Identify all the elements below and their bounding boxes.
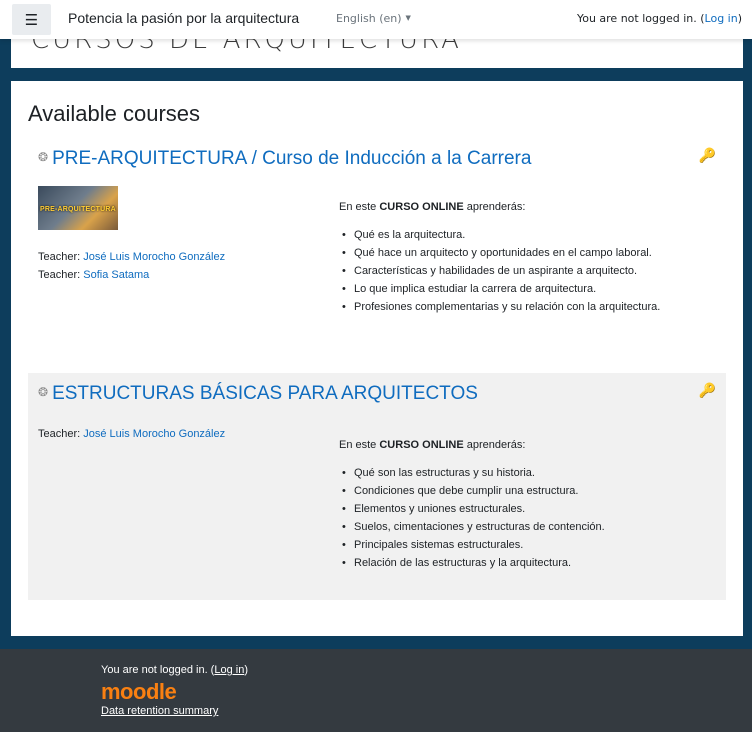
course-link[interactable]: ESTRUCTURAS BÁSICAS PARA ARQUITECTOS [52,383,478,404]
course-summary: En este CURSO ONLINE aprenderás: Qué es … [339,201,719,316]
course-name: ❂ PRE-ARQUITECTURA / Curso de Inducción a… [38,148,531,170]
footer-login-link[interactable]: Log in [214,664,244,676]
teacher-entry: Teacher: José Luis Morocho González [38,248,225,266]
footer-login-suffix: ) [244,664,249,676]
language-menu[interactable]: English (en) ▼ [336,12,411,25]
summary-intro: En este CURSO ONLINE aprenderás: [339,439,526,451]
teacher-label: Teacher: [38,428,81,440]
login-info: You are not logged in. (Log in) [577,12,742,25]
available-courses-card: Available courses ❂ PRE-ARQUITECTURA / Cu… [11,81,743,636]
list-item: Principales sistemas estructurales. [342,536,719,554]
list-item: Lo que implica estudiar la carrera de ar… [342,280,719,298]
list-item: Condiciones que debe cumplir una estruct… [342,482,719,500]
list-item: Características y habilidades de un aspi… [342,262,719,280]
teacher-entry: Teacher: Sofia Satama [38,266,225,284]
teacher-entry: Teacher: José Luis Morocho González [38,425,225,443]
key-icon[interactable]: 🔑 [699,148,716,164]
teachers-list: Teacher: José Luis Morocho González Teac… [38,248,225,284]
footer-login-info: You are not logged in. (Log in) [101,664,248,676]
summary-intro: En este CURSO ONLINE aprenderás: [339,201,526,213]
summary-list: Qué es la arquitectura. Qué hace un arqu… [339,226,719,316]
login-info-suffix: ) [737,12,742,25]
site-name[interactable]: Potencia la pasión por la arquitectura [68,10,299,26]
list-item: Qué hace un arquitecto y oportunidades e… [342,244,719,262]
teacher-label: Teacher: [38,251,81,263]
summary-list: Qué son las estructuras y su historia. C… [339,464,719,572]
footer-login-text: You are not logged in. ( [101,664,215,676]
teacher-link[interactable]: José Luis Morocho González [83,428,225,440]
course-icon: ❂ [38,150,49,164]
login-info-text: You are not logged in. ( [576,12,705,25]
course-name: ❂ ESTRUCTURAS BÁSICAS PARA ARQUITECTOS [38,383,478,405]
course-icon: ❂ [38,385,49,399]
moodle-logo[interactable]: moodle [101,680,177,704]
course-thumbnail[interactable]: PRE-ARQUITECTURA [38,186,118,230]
list-item: Qué es la arquitectura. [342,226,719,244]
language-label: English (en) [336,12,402,25]
list-item: Profesiones complementarias y su relació… [342,298,719,316]
page-footer: You are not logged in. (Log in) moodle D… [0,649,752,732]
key-icon[interactable]: 🔑 [699,383,716,399]
hamburger-icon: ☰ [24,10,39,29]
teacher-label: Teacher: [38,269,81,281]
list-item: Suelos, cimentaciones y estructuras de c… [342,518,719,536]
navbar: ☰ Potencia la pasión por la arquitectura… [0,0,752,39]
list-item: Relación de las estructuras y la arquite… [342,554,719,572]
course-summary: En este CURSO ONLINE aprenderás: Qué son… [339,439,719,572]
course-box: ❂ ESTRUCTURAS BÁSICAS PARA ARQUITECTOS 🔑 … [28,373,726,600]
list-item: Qué son las estructuras y su historia. [342,464,719,482]
thumbnail-text: PRE-ARQUITECTURA [40,206,116,213]
teacher-link[interactable]: José Luis Morocho González [83,251,225,263]
section-title: Available courses [28,101,201,126]
list-item: Elementos y uniones estructurales. [342,500,719,518]
course-link[interactable]: PRE-ARQUITECTURA / Curso de Inducción a … [52,148,531,169]
teachers-list: Teacher: José Luis Morocho González [38,425,225,443]
data-retention-link[interactable]: Data retention summary [101,705,218,717]
login-link[interactable]: Log in [705,12,738,25]
teacher-link[interactable]: Sofia Satama [83,269,149,281]
course-box: ❂ PRE-ARQUITECTURA / Curso de Inducción a… [28,138,726,374]
caret-down-icon: ▼ [405,14,411,22]
nav-drawer-toggle-button[interactable]: ☰ [12,4,51,35]
